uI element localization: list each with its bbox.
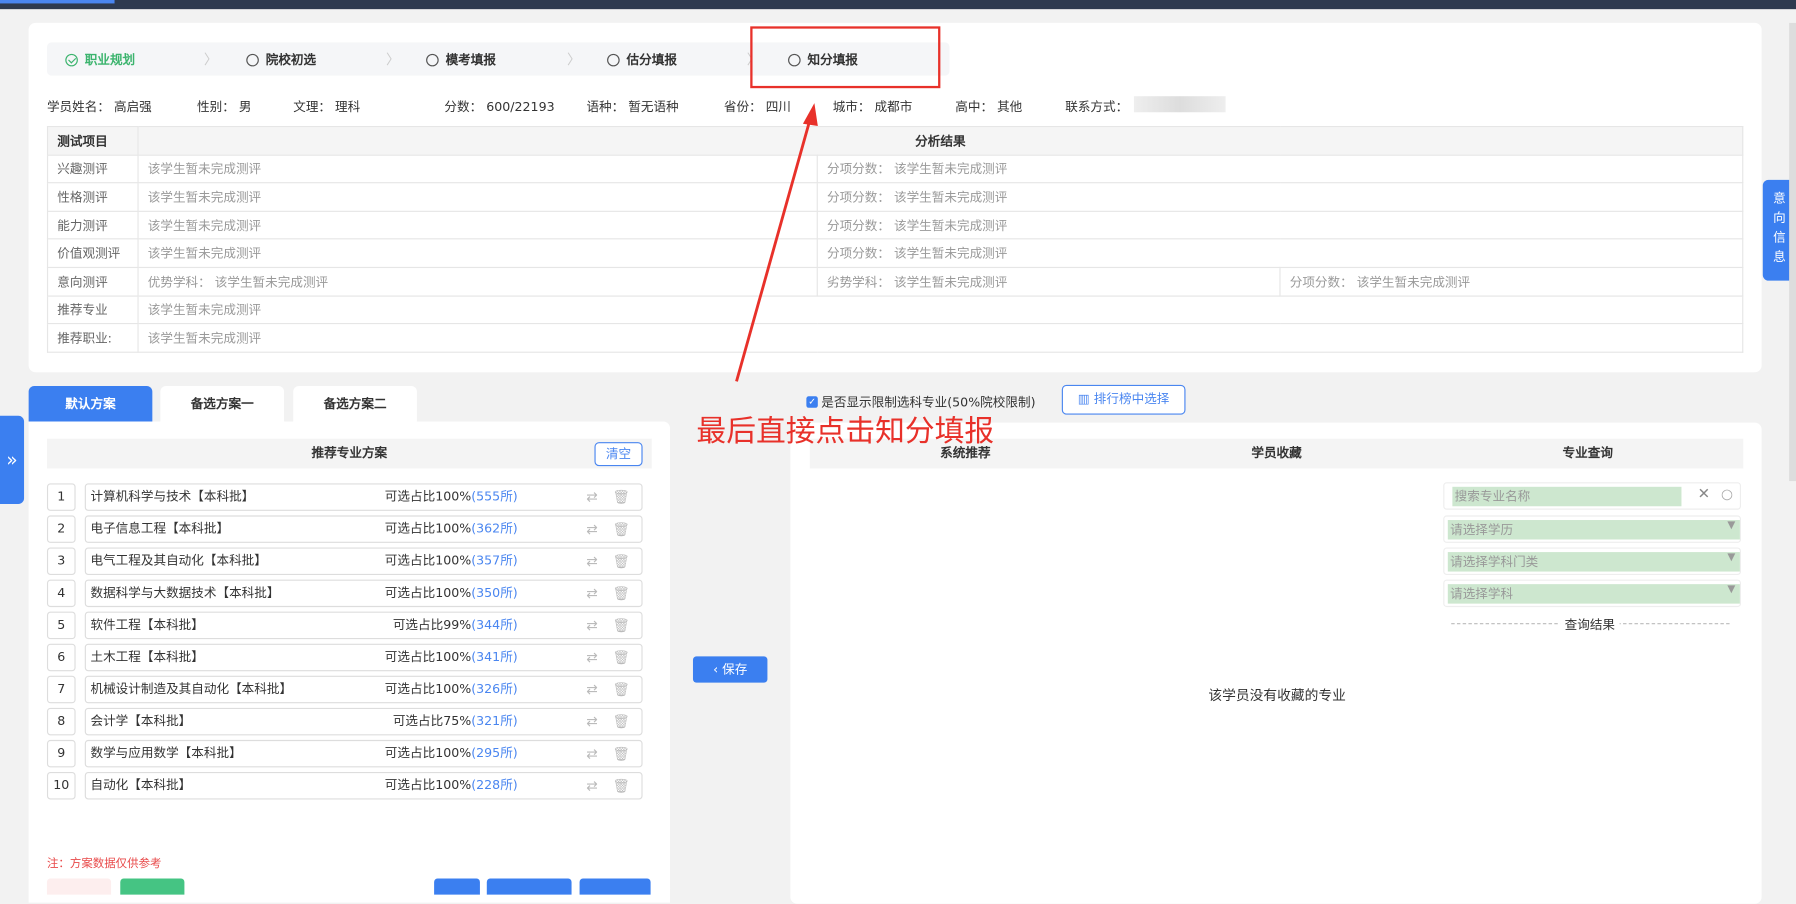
annotation-text: 最后直接点击知分填报 [696, 414, 995, 450]
